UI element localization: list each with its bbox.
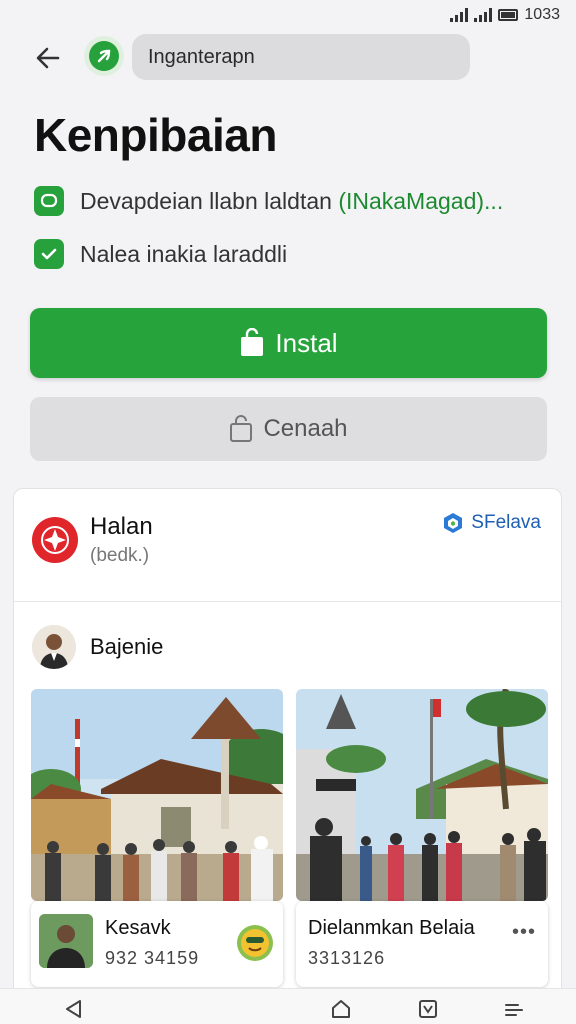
top-bar: Inganterapn	[0, 32, 576, 82]
info-card: Halan (bedk.) SFelava Bajenie Kesavk 932…	[13, 488, 562, 1008]
back-button[interactable]	[28, 38, 68, 78]
news-photo[interactable]	[296, 689, 548, 901]
status-time: 1033	[524, 6, 560, 23]
avatar	[32, 625, 76, 669]
news-photo[interactable]	[31, 689, 283, 901]
emoji-icon[interactable]	[237, 925, 273, 961]
status-bar: 1033	[0, 0, 576, 32]
publisher-subtitle: (bedk.)	[90, 545, 150, 566]
cancel-label: Cenaah	[263, 415, 348, 442]
leaf-icon	[97, 49, 111, 63]
partner-link[interactable]: SFelava	[441, 511, 541, 535]
nav-home-button[interactable]	[327, 995, 355, 1023]
chat-icon	[34, 186, 64, 216]
nav-menu-button[interactable]	[500, 995, 528, 1023]
triangle-back-icon	[66, 1000, 81, 1018]
feature-highlight: (INakaMagad)...	[338, 187, 504, 214]
feature-text: Devapdeian llabn laldtan	[80, 187, 339, 214]
item-card[interactable]: Dielanmkan Belaia 3313126 •••	[296, 901, 548, 987]
nav-back-button[interactable]	[60, 995, 88, 1023]
publisher-name: Halan	[90, 513, 153, 540]
search-input[interactable]: Inganterapn	[132, 34, 470, 80]
nav-recents-button[interactable]	[414, 995, 442, 1023]
feature-text: Nalea inakia laraddli	[80, 240, 288, 267]
status-icons: 1033	[450, 6, 560, 24]
publisher-logo-icon	[32, 517, 78, 563]
install-button[interactable]: Instal	[30, 308, 547, 378]
menu-icon	[505, 1004, 523, 1016]
item-name: Dielanmkan Belaia	[308, 917, 475, 939]
battery-icon	[498, 9, 519, 21]
bag-outline-icon	[230, 415, 253, 442]
more-icon[interactable]: •••	[512, 921, 536, 944]
app-icon	[84, 36, 124, 76]
item-name: Kesavk	[105, 917, 171, 939]
home-icon	[332, 1000, 350, 1018]
search-text: Inganterapn	[148, 45, 255, 68]
divider	[14, 601, 561, 602]
item-number: 932 34159	[105, 948, 200, 968]
check-icon	[34, 239, 64, 269]
signal-icon	[450, 8, 469, 22]
arrow-left-icon	[36, 47, 60, 69]
author-name: Bajenie	[90, 634, 164, 659]
partner-logo-icon	[444, 513, 463, 533]
signal-icon	[474, 8, 493, 22]
publisher-row[interactable]: Halan (bedk.)	[32, 513, 153, 567]
author-row[interactable]: Bajenie	[32, 625, 163, 669]
cancel-button[interactable]: Cenaah	[30, 397, 547, 461]
system-nav-bar	[0, 988, 576, 1024]
item-card[interactable]: Kesavk 932 34159	[31, 901, 283, 987]
install-label: Instal	[275, 327, 338, 358]
recents-icon	[419, 1000, 437, 1018]
page-title: Kenpibaian	[34, 109, 277, 161]
feature-item: Nalea inakia laraddli	[34, 239, 287, 269]
item-thumbnail	[39, 914, 93, 968]
feature-item: Devapdeian llabn laldtan (INakaMagad)...	[34, 186, 503, 216]
partner-label: SFelava	[471, 512, 541, 533]
bag-icon	[241, 328, 264, 356]
item-number: 3313126	[308, 948, 386, 968]
